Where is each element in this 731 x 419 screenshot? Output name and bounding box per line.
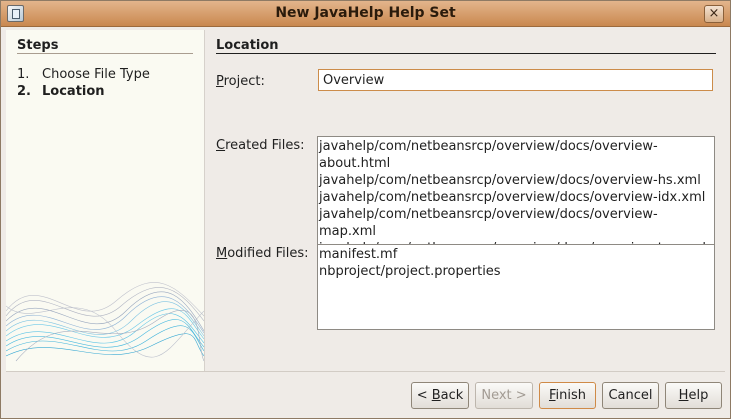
list-item: nbproject/project.properties (319, 264, 501, 279)
help-button[interactable]: Help (665, 382, 722, 409)
step-label: Choose File Type (42, 67, 150, 82)
steps-divider (17, 53, 193, 54)
created-files-list[interactable]: javahelp/com/netbeansrcp/overview/docs/o… (317, 136, 715, 258)
decorative-wave-graphic (6, 282, 204, 362)
project-label: Project: (216, 74, 265, 89)
step-label: Location (42, 84, 105, 99)
list-item: javahelp/com/netbeansrcp/overview/docs/o… (319, 207, 658, 239)
button-bar-divider (6, 371, 725, 372)
window-title: New JavaHelp Help Set (275, 5, 456, 21)
next-button[interactable]: Next > (475, 382, 533, 409)
close-button[interactable]: × (704, 5, 724, 23)
finish-button[interactable]: Finish (539, 382, 596, 409)
project-field[interactable]: Overview (318, 69, 713, 91)
list-item: javahelp/com/netbeansrcp/overview/docs/o… (319, 173, 701, 188)
step-number: 2. (17, 84, 31, 99)
cancel-button[interactable]: Cancel (602, 382, 659, 409)
list-item: manifest.mf (319, 247, 398, 262)
modified-files-label: Modified Files: (216, 246, 309, 261)
panel-title-divider (216, 53, 716, 54)
list-item: javahelp/com/netbeansrcp/overview/docs/o… (319, 139, 658, 171)
list-item: javahelp/com/netbeansrcp/overview/docs/o… (319, 190, 706, 205)
steps-panel: Steps 1. Choose File Type 2. Location (6, 30, 205, 371)
modified-files-list[interactable]: manifest.mf nbproject/project.properties (317, 244, 715, 330)
panel-title: Location (216, 38, 279, 53)
steps-list: 1. Choose File Type 2. Location (17, 67, 150, 101)
created-files-label: Created Files: (216, 138, 305, 153)
location-panel: Location Project: Overview Created Files… (215, 30, 720, 370)
title-bar[interactable]: New JavaHelp Help Set × (1, 1, 730, 27)
wizard-dialog: New JavaHelp Help Set × Steps 1. Choose F… (0, 0, 731, 419)
back-button[interactable]: < Back (411, 382, 469, 409)
step-location: 2. Location (17, 84, 150, 101)
step-choose-file-type: 1. Choose File Type (17, 67, 150, 84)
steps-heading: Steps (17, 38, 59, 53)
step-number: 1. (17, 67, 30, 82)
